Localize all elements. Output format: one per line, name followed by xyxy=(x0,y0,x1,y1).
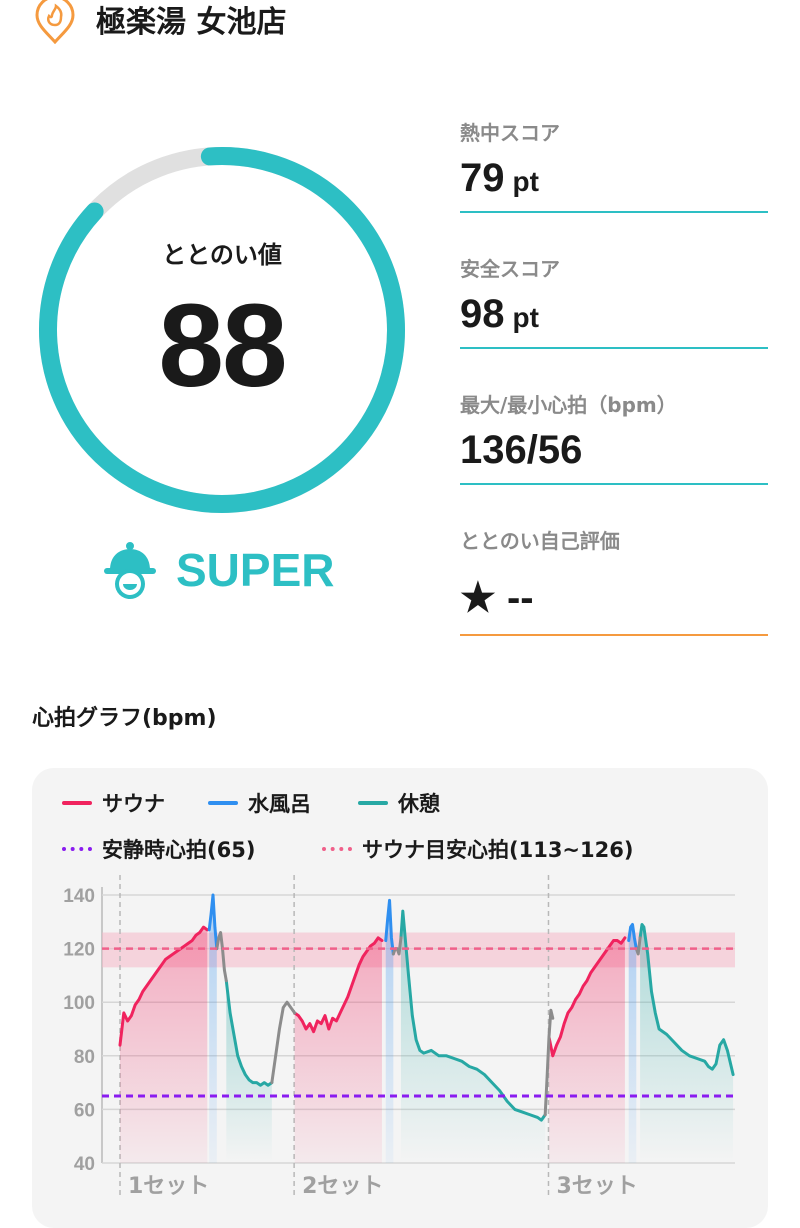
stat-unit: pt xyxy=(512,166,539,197)
transition-line xyxy=(270,1000,297,1085)
y-tick-label: 140 xyxy=(63,886,95,907)
stat-value: 136/56 xyxy=(460,428,583,472)
sauna-area xyxy=(548,937,625,1163)
rank-label: SUPER xyxy=(176,544,335,596)
sauna-area xyxy=(294,937,382,1163)
stat-number: 79 xyxy=(460,156,505,200)
divider xyxy=(460,211,768,213)
bell-mascot-icon xyxy=(104,542,156,599)
graph-title: 心拍グラフ(bpm) xyxy=(32,706,217,731)
rank-badge: SUPER xyxy=(102,540,334,600)
divider xyxy=(460,483,768,485)
header: 極楽湯 女池店 xyxy=(32,0,286,50)
set-label: 2セット xyxy=(302,1174,383,1199)
stat-self-rating[interactable]: ととのい自己評価 ★ -- xyxy=(460,520,768,656)
stat-unit: pt xyxy=(512,302,539,333)
stat-label: 安全スコア xyxy=(460,257,560,281)
y-tick-label: 100 xyxy=(63,993,95,1014)
stat-heart-rate-range: 最大/最小心拍（bpm） 136/56 xyxy=(460,384,768,520)
stat-safety-score: 安全スコア 98 pt xyxy=(460,248,768,384)
score-label: ととのい値 xyxy=(162,241,282,269)
heart-rate-chart-card: サウナ 水風呂 休憩 安静時心拍(65) サウナ目安心拍(113~126) 14… xyxy=(32,768,768,1228)
set-label: 1セット xyxy=(128,1174,209,1199)
stat-number: 98 xyxy=(460,292,505,336)
y-tick-label: 120 xyxy=(63,940,95,961)
y-tick-label: 60 xyxy=(74,1100,95,1121)
stat-value: 79 pt xyxy=(460,156,539,201)
stat-label: ととのい自己評価 xyxy=(460,529,620,553)
flame-pin-icon xyxy=(35,0,75,44)
stat-heat-score: 熱中スコア 79 pt xyxy=(460,112,768,248)
stat-label: 熱中スコア xyxy=(460,121,560,145)
stats-panel: 熱中スコア 79 pt 安全スコア 98 pt 最大/最小心拍（bpm） 136/5… xyxy=(460,112,768,656)
divider xyxy=(460,634,768,636)
y-tick-label: 80 xyxy=(74,1047,95,1068)
totonoi-score-ring: ととのい値 88 xyxy=(32,140,412,520)
y-tick-label: 40 xyxy=(74,1154,95,1175)
heart-rate-line-chart: 140 120 100 80 60 40 1セット 2セット 3セット xyxy=(63,875,735,1199)
cold-bath-area xyxy=(628,924,637,1163)
set-label: 3セット xyxy=(556,1174,637,1199)
facility-name: 極楽湯 女池店 xyxy=(96,5,287,40)
score-value: 88 xyxy=(158,280,287,412)
stat-value: 98 pt xyxy=(460,292,539,337)
divider xyxy=(460,347,768,349)
self-rating-value[interactable]: ★ -- xyxy=(460,575,534,621)
rest-area xyxy=(226,980,272,1163)
stat-label: 最大/最小心拍（bpm） xyxy=(460,393,677,417)
